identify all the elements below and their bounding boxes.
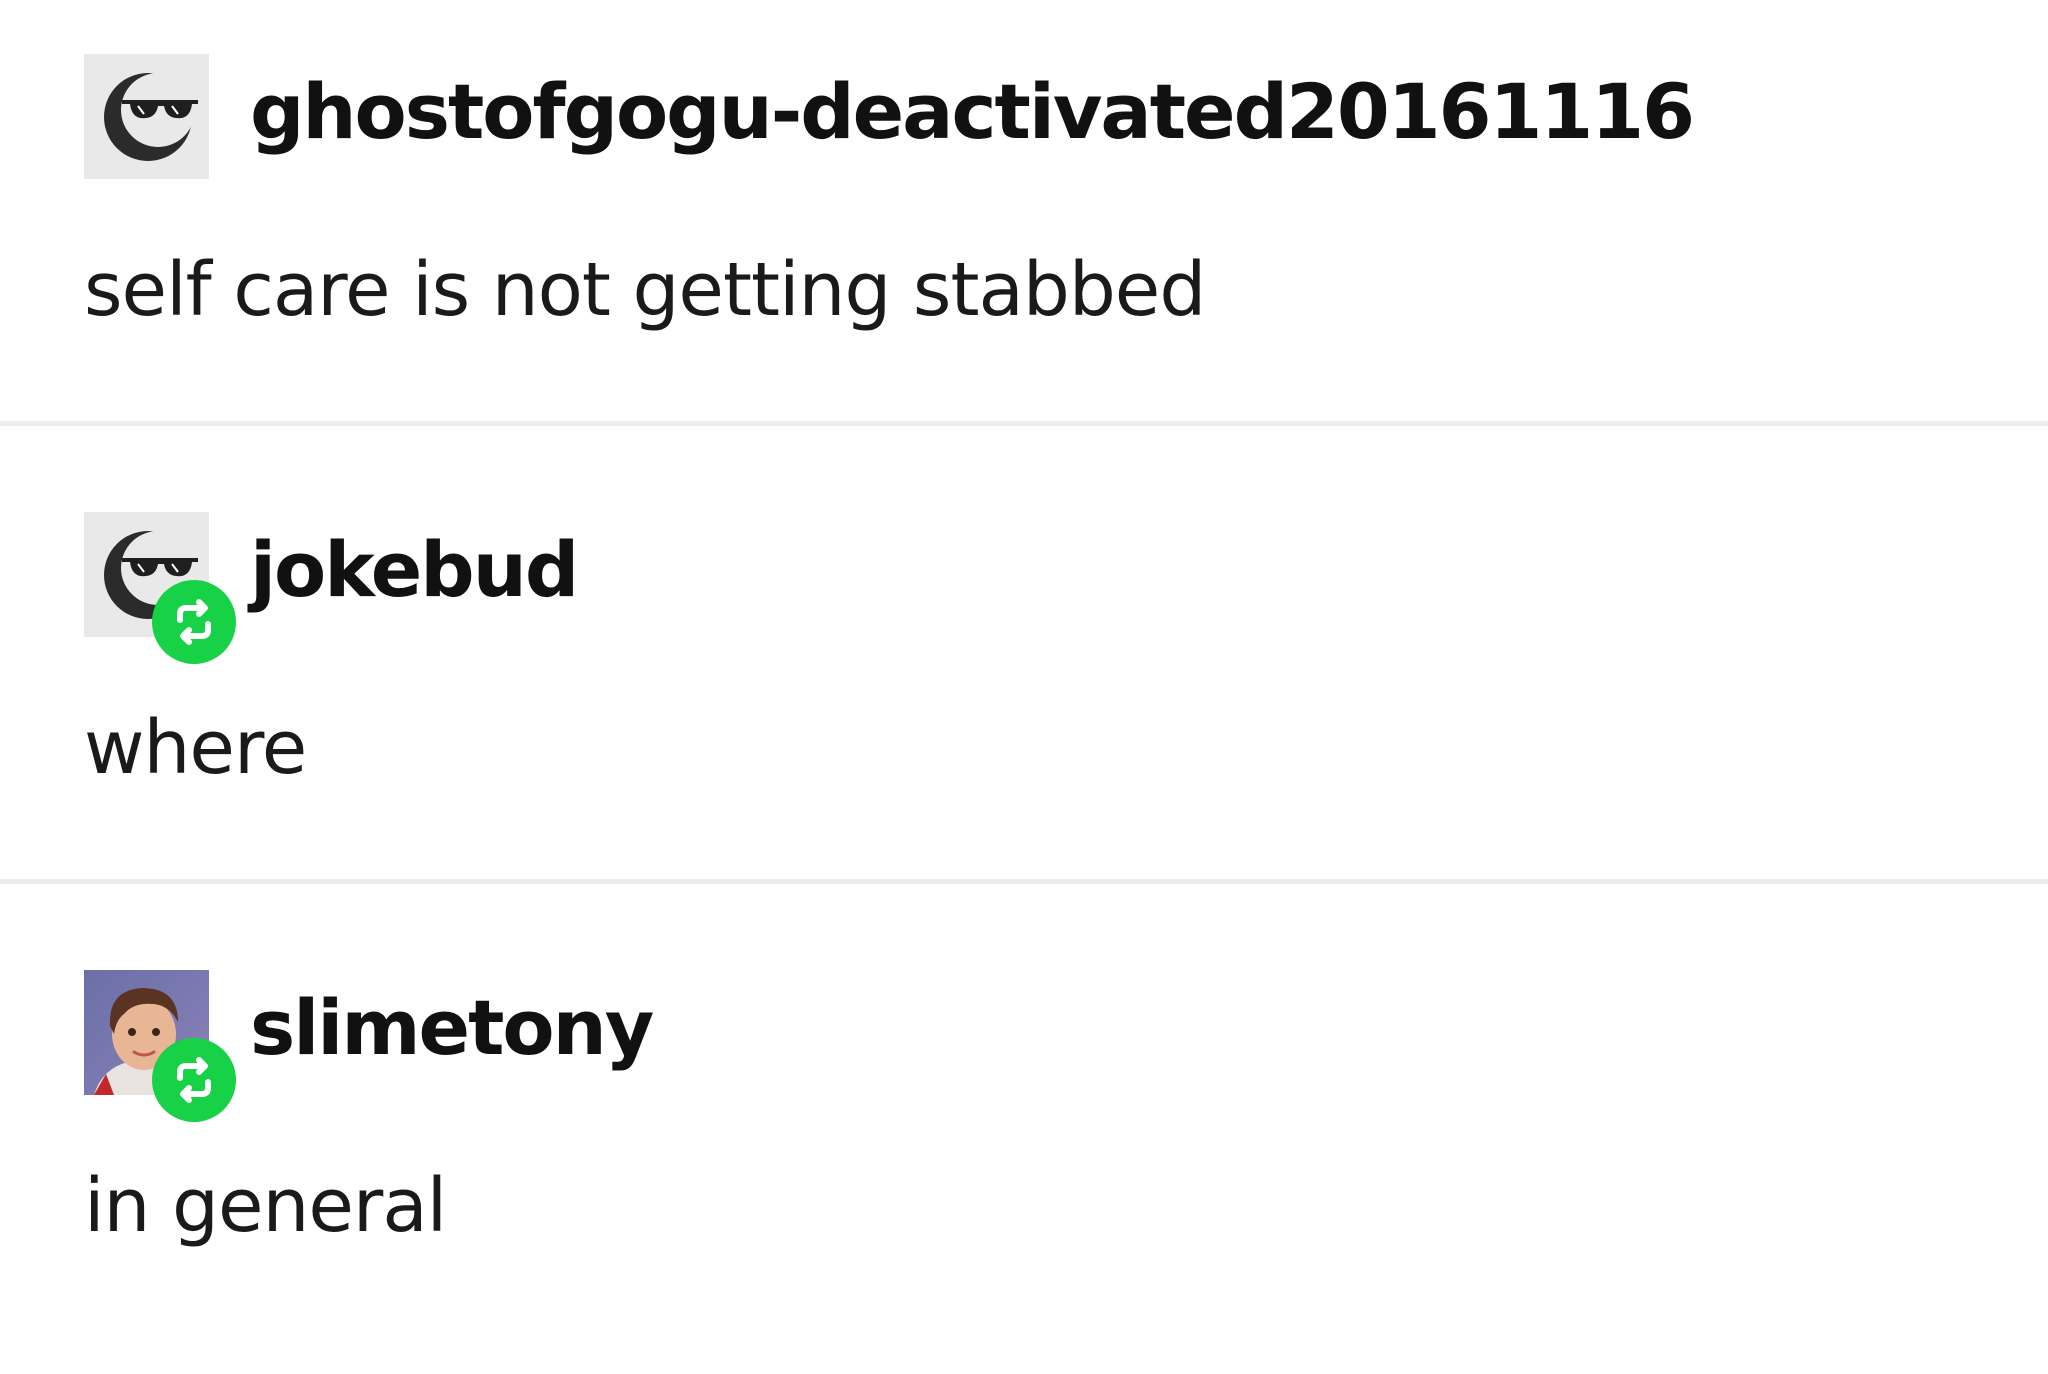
post-username[interactable]: slimetony [250,978,654,1078]
reblog-icon [152,1038,236,1122]
post-text: in general [84,1163,447,1249]
avatar[interactable] [84,54,209,179]
thread-post: slimetony in general [0,916,2048,1374]
post-text: self care is not getting stabbed [84,247,1206,333]
avatar[interactable] [84,970,236,1122]
thread-post: ghostofgogu-deactivated20161116 self car… [0,0,2048,458]
post-divider [0,421,2048,426]
avatar[interactable] [84,512,236,664]
post-username[interactable]: ghostofgogu-deactivated20161116 [250,62,1695,162]
post-username[interactable]: jokebud [250,520,579,620]
reblog-thread: ghostofgogu-deactivated20161116 self car… [0,0,2048,1322]
sunglasses-moon-icon [84,54,209,179]
reblog-icon [152,580,236,664]
post-text: where [84,705,307,791]
post-divider [0,879,2048,884]
thread-post: jokebud where [0,458,2048,916]
